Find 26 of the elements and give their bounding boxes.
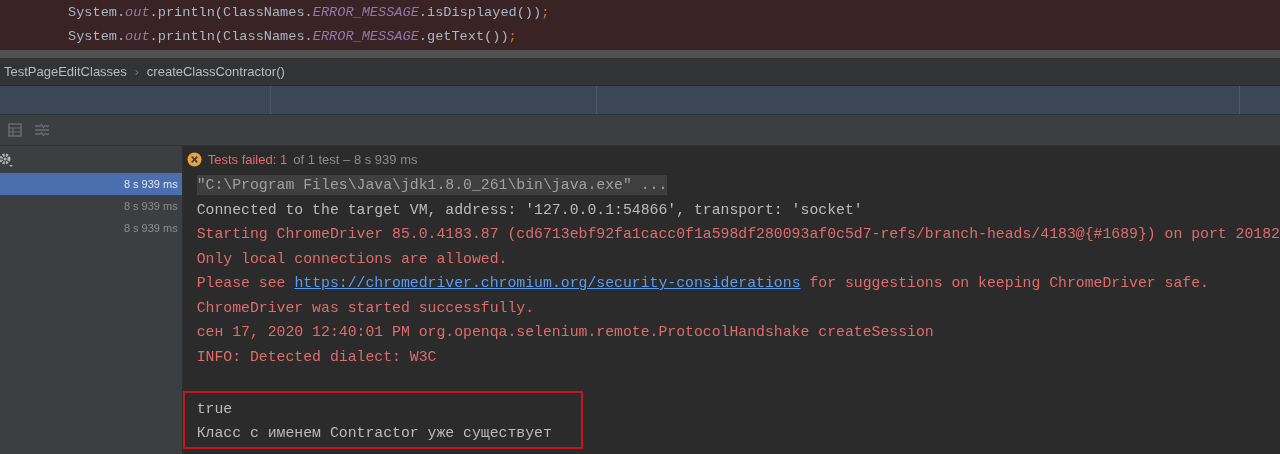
- breadcrumb-item[interactable]: TestPageEditClasses: [4, 64, 127, 79]
- console-text: сен 17, 2020 12:40:01 PM org.openqa.selenium.remote.ProtocolHandshake createSession: [196, 323, 934, 342]
- console-text: INFO: Detected dialect: W3C: [196, 347, 437, 367]
- console-text: Connected to the target VM, address: '127.0.0.1:54866', transport: 'socket': [196, 200, 863, 220]
- console-text: Класс с именем Contractor уже существует: [196, 424, 552, 443]
- test-row[interactable]: 8 s 939 ms: [0, 173, 182, 195]
- status-failed-label: Tests failed: 1: [207, 152, 288, 167]
- filter-icon[interactable]: [34, 123, 50, 137]
- gear-icon[interactable]: [0, 151, 14, 168]
- error-icon: [186, 152, 202, 167]
- test-row[interactable]: 8 s 939 ms: [0, 195, 182, 217]
- breadcrumb-separator: ›: [134, 64, 139, 79]
- console-text: Please see: [196, 274, 287, 293]
- breadcrumb-item[interactable]: createClassContractor(): [146, 64, 285, 79]
- console-text: "C:\Program Files\Java\jdk1.8.0_261\bin\java.exe" ...: [196, 175, 668, 195]
- console-text: Only local connections are allowed.: [196, 249, 508, 269]
- console-text: true: [196, 399, 233, 419]
- console-link[interactable]: https://chromedriver.chromium.org/security-considerations: [294, 273, 801, 293]
- console-text: Starting ChromeDriver 85.0.4183.87 (cd6713ebf92fa1cacc0f1a598df280093af0c5d7-refs/branch-heads/4183@{#1689}) on port 20182: [196, 225, 1280, 244]
- table-icon[interactable]: [8, 123, 22, 137]
- code-line: System.out.println(ClassNames.ERROR_MESSAGE.getText());: [68, 28, 518, 46]
- console-text: ChromeDriver was started successfully.: [196, 298, 535, 318]
- code-line: System.out.println(ClassNames.ERROR_MESSAGE.isDisplayed());: [68, 4, 551, 22]
- console-text: for suggestions on keeping ChromeDriver safe.: [808, 274, 1209, 293]
- test-row[interactable]: 8 s 939 ms: [0, 217, 182, 239]
- status-detail: of 1 test – 8 s 939 ms: [293, 152, 418, 167]
